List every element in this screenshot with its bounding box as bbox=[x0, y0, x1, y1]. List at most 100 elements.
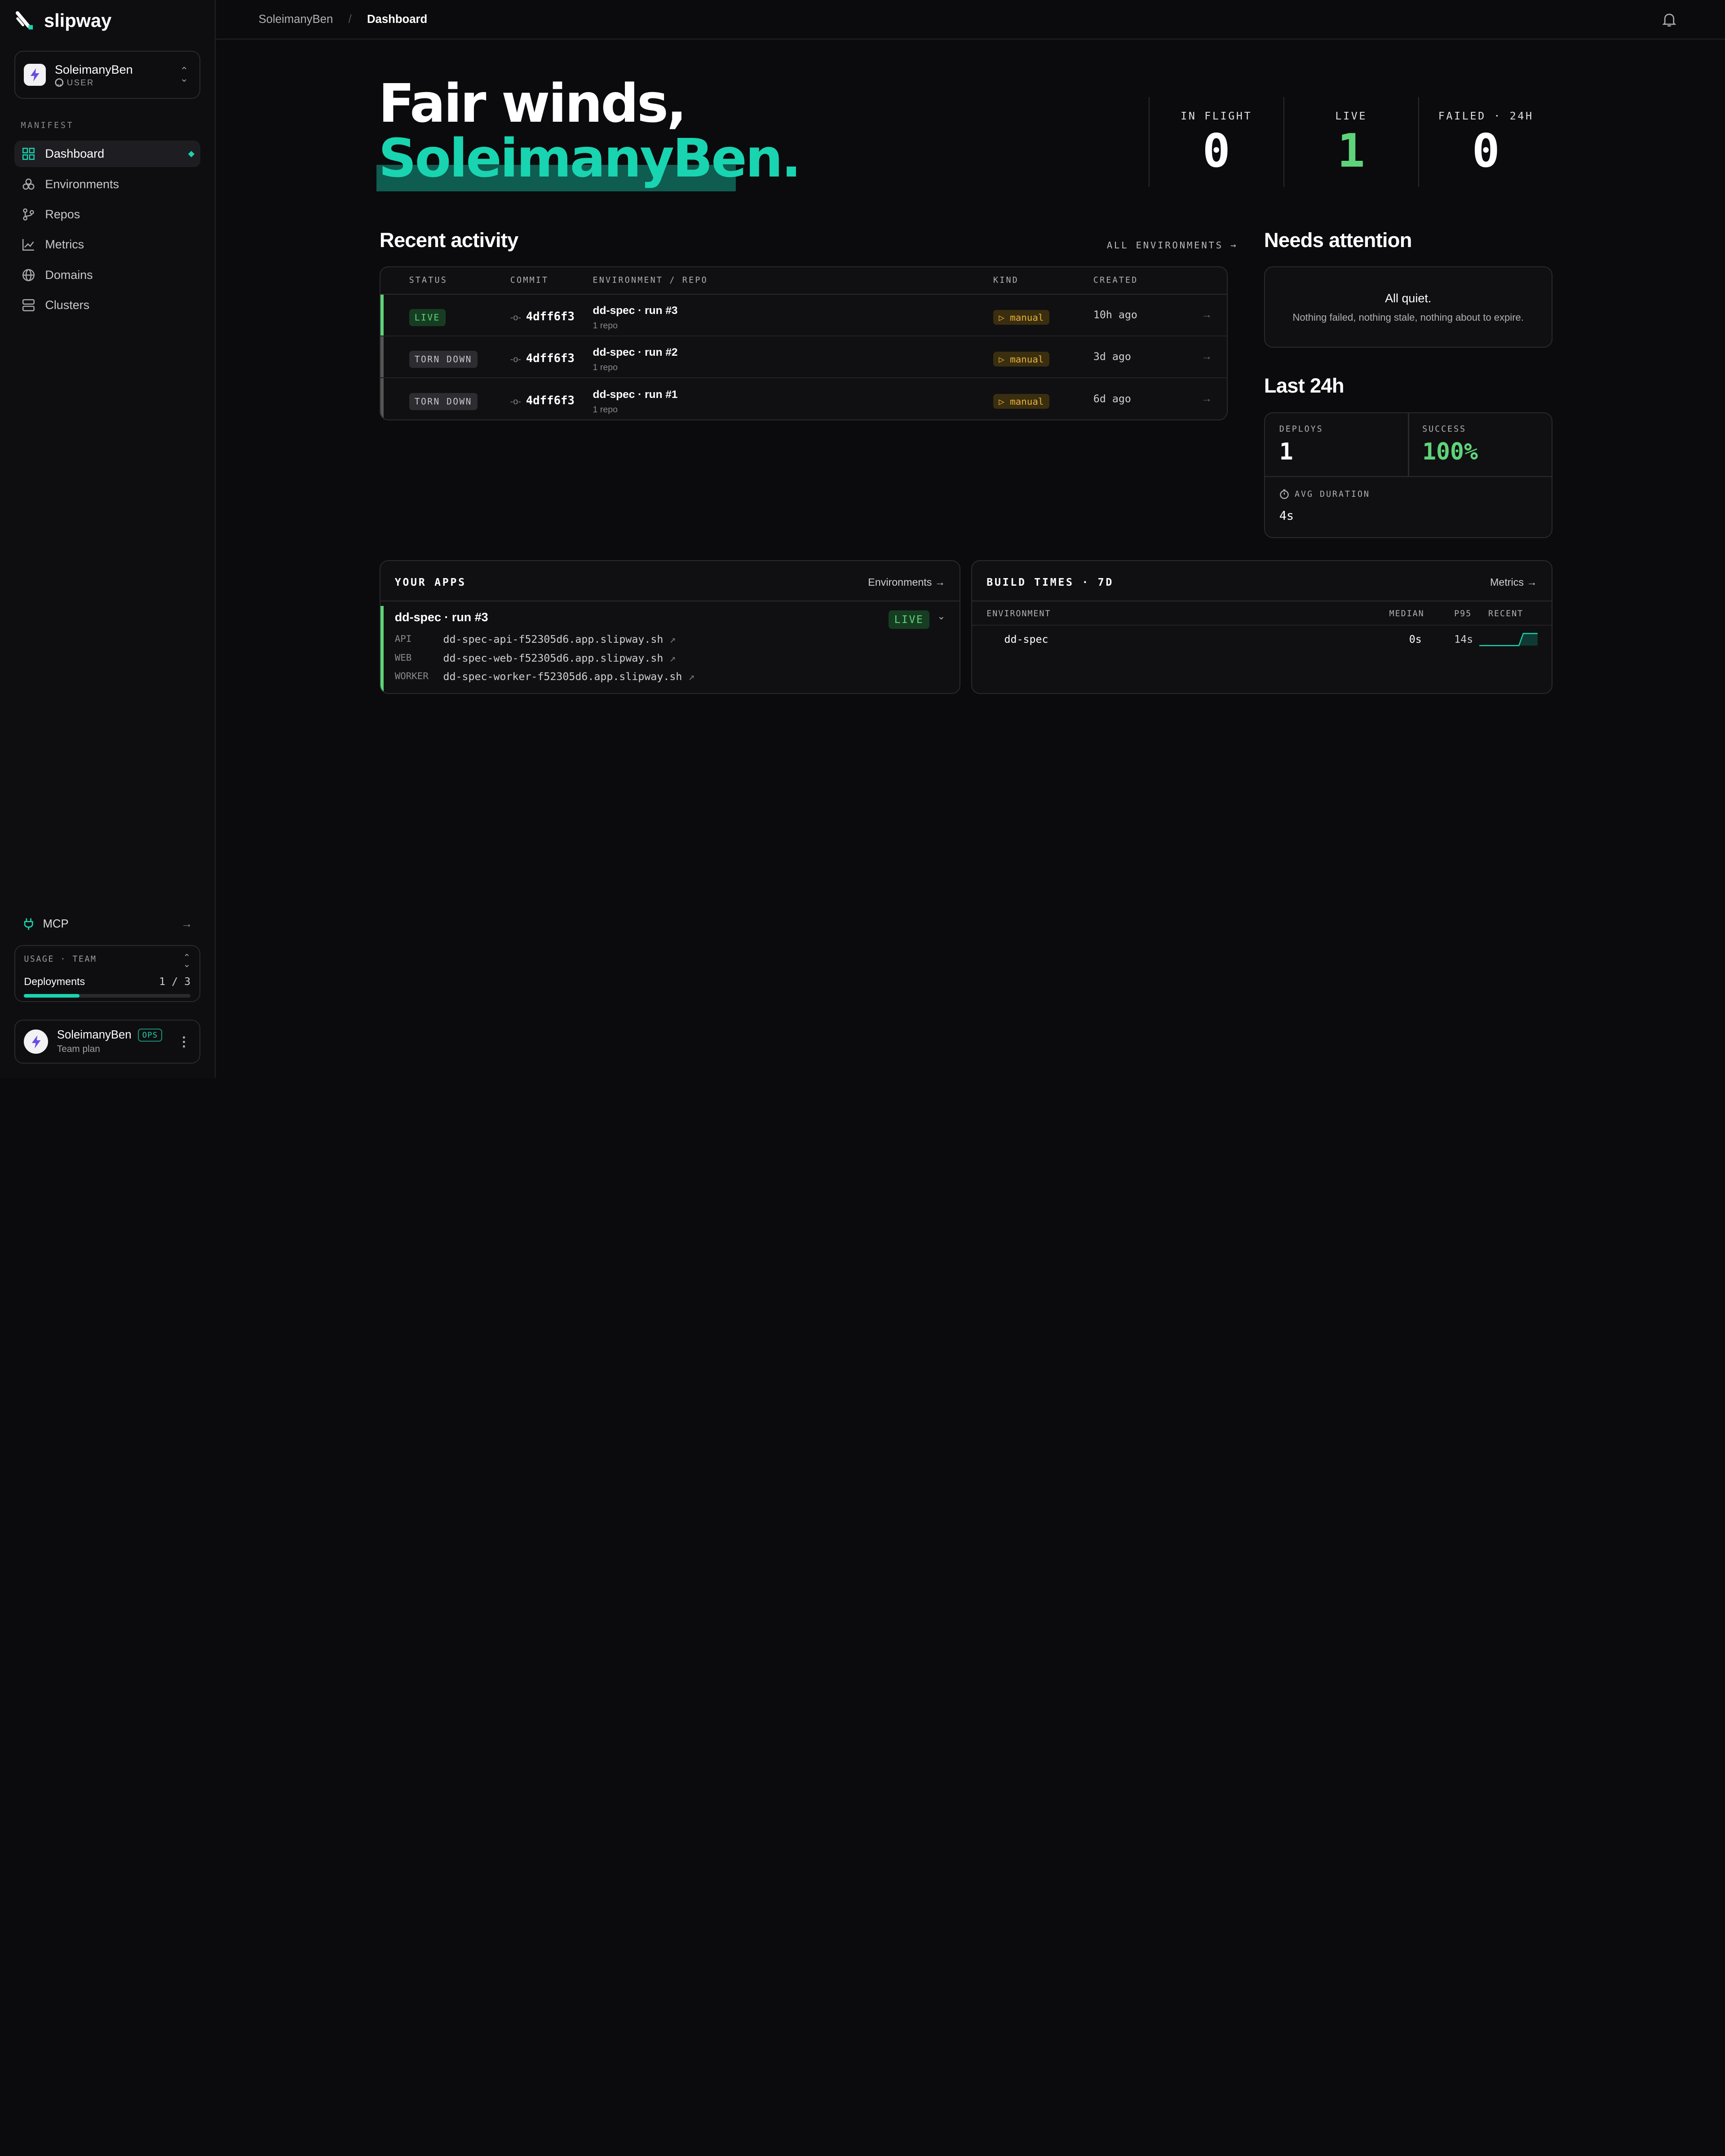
stats-strip: IN FLIGHT 0 LIVE 1 FAILED · 24H 0 bbox=[1148, 97, 1553, 187]
all-environments-link[interactable]: ALL ENVIRONMENTS → bbox=[1107, 240, 1238, 251]
breadcrumb-parent[interactable]: SoleimanyBen bbox=[259, 13, 333, 26]
service-url[interactable]: dd-spec-api-f52305d6.app.slipway.sh ↗ bbox=[443, 633, 676, 645]
table-row[interactable]: TORN DOWN -o- 4dff6f3 dd-spec · run #1 1 … bbox=[380, 378, 1227, 420]
stat-value: 0 bbox=[1472, 124, 1500, 178]
col-recent: RECENT bbox=[1488, 609, 1524, 619]
nav-label: Clusters bbox=[45, 298, 90, 312]
needs-attention-title: Needs attention bbox=[1264, 229, 1412, 252]
nav-item-dashboard[interactable]: Dashboard bbox=[14, 141, 200, 168]
workspace-switcher[interactable]: SoleimanyBen USER ⌃ ⌄ bbox=[14, 50, 200, 99]
chevron-down-icon[interactable]: ⌄ bbox=[937, 610, 945, 622]
nav-item-metrics[interactable]: Metrics bbox=[14, 231, 200, 258]
kind-badge: ▷ manual bbox=[993, 309, 1049, 325]
avg-value: 4s bbox=[1279, 509, 1294, 523]
service-url[interactable]: dd-spec-worker-f52305d6.app.slipway.sh ↗ bbox=[443, 671, 694, 683]
link-label: Metrics bbox=[1490, 576, 1524, 588]
stat-label: IN FLIGHT bbox=[1181, 110, 1252, 122]
nav-section-label: MANIFEST bbox=[21, 121, 74, 131]
divider bbox=[1265, 476, 1552, 477]
nav-label: Domains bbox=[45, 268, 93, 282]
kind-label: manual bbox=[1010, 312, 1044, 323]
play-icon: ▷ bbox=[999, 396, 1004, 407]
env-name: dd-spec · run #2 bbox=[593, 346, 678, 359]
table-row[interactable]: LIVE -o- 4dff6f3 dd-spec · run #3 1 repo … bbox=[380, 294, 1227, 336]
nav-item-domains[interactable]: Domains bbox=[14, 262, 200, 288]
avg-label: AVG DURATION bbox=[1294, 489, 1370, 499]
stat-label: LIVE bbox=[1335, 110, 1367, 122]
breadcrumb: SoleimanyBen / Dashboard bbox=[216, 0, 1725, 40]
build-env: dd-spec bbox=[1004, 633, 1048, 646]
recent-activity-title: Recent activity bbox=[379, 229, 518, 252]
kind-label: manual bbox=[1010, 396, 1044, 407]
repo-count: 1 repo bbox=[593, 405, 618, 415]
kind-badge: ▷ manual bbox=[993, 393, 1049, 409]
created-time: 3d ago bbox=[1093, 350, 1131, 363]
col-median: MEDIAN bbox=[1389, 609, 1424, 619]
status-edge bbox=[380, 336, 384, 377]
attention-headline: All quiet. bbox=[1385, 291, 1432, 305]
mcp-link[interactable]: MCP → bbox=[22, 917, 193, 930]
metrics-link[interactable]: Metrics → bbox=[1490, 576, 1537, 588]
environments-link[interactable]: Environments → bbox=[868, 576, 945, 588]
col-status: STATUS bbox=[409, 275, 447, 285]
more-vertical-icon[interactable]: ⋮ bbox=[177, 1034, 190, 1050]
success-label: SUCCESS bbox=[1422, 424, 1467, 434]
nav-label: Dashboard bbox=[45, 147, 105, 161]
usage-label: USAGE · TEAM bbox=[24, 954, 97, 964]
col-kind: KIND bbox=[993, 275, 1019, 285]
breadcrumb-current: Dashboard bbox=[367, 13, 428, 26]
stat-value: 1 bbox=[1337, 124, 1365, 178]
user-menu[interactable]: SoleimanyBen OPS Team plan ⋮ bbox=[14, 1020, 200, 1064]
app-name[interactable]: dd-spec · run #3 bbox=[395, 610, 488, 624]
chevron-updown-icon: ⌃ ⌄ bbox=[183, 953, 191, 969]
bell-icon[interactable] bbox=[1662, 12, 1676, 27]
git-branch-icon bbox=[22, 208, 35, 221]
table-row[interactable]: dd-spec 0s 14s bbox=[972, 627, 1551, 653]
service-kind: WORKER bbox=[394, 671, 429, 682]
nav-label: Metrics bbox=[45, 238, 84, 252]
commit-hash: 4dff6f3 bbox=[526, 394, 575, 408]
env-name: dd-spec · run #3 bbox=[593, 305, 678, 317]
commit-icon: -o- bbox=[510, 397, 521, 407]
activity-table: STATUS COMMIT ENVIRONMENT / REPO KIND CR… bbox=[379, 266, 1228, 420]
nav-item-clusters[interactable]: Clusters bbox=[14, 292, 200, 318]
col-p95: P95 bbox=[1454, 609, 1472, 619]
repo-count: 1 repo bbox=[593, 362, 618, 373]
url-text: dd-spec-web-f52305d6.app.slipway.sh bbox=[443, 652, 663, 664]
commit-hash: 4dff6f3 bbox=[526, 352, 575, 366]
stat-label: FAILED · 24H bbox=[1438, 110, 1534, 122]
usage-card[interactable]: USAGE · TEAM ⌃ ⌄ Deployments 1 / 3 bbox=[14, 945, 200, 1003]
nav-item-repos[interactable]: Repos bbox=[14, 201, 200, 228]
nav-item-environments[interactable]: Environments bbox=[14, 171, 200, 198]
arrow-right-icon: → bbox=[1526, 576, 1537, 588]
breadcrumb-separator: / bbox=[348, 13, 352, 26]
stat-in-flight: IN FLIGHT 0 bbox=[1148, 97, 1283, 187]
kind-badge: ▷ manual bbox=[993, 351, 1049, 367]
build-median: 0s bbox=[1409, 633, 1422, 646]
created-time: 10h ago bbox=[1093, 309, 1137, 321]
service-kind: WEB bbox=[394, 652, 412, 663]
col-created: CREATED bbox=[1093, 275, 1138, 285]
repo-count: 1 repo bbox=[593, 321, 618, 331]
cubes-icon bbox=[22, 177, 35, 190]
mcp-label: MCP bbox=[43, 917, 69, 930]
table-row[interactable]: TORN DOWN -o- 4dff6f3 dd-spec · run #2 1 … bbox=[380, 336, 1227, 378]
brand-logo[interactable]: slipway bbox=[15, 10, 111, 31]
workspace-avatar bbox=[24, 64, 46, 86]
nav-label: Repos bbox=[45, 208, 80, 221]
main-nav: Dashboard Environments Repos Metrics Dom… bbox=[14, 141, 200, 322]
chevron-updown-icon: ⌃ ⌄ bbox=[180, 65, 189, 84]
sidebar: slipway SoleimanyBen USER ⌃ ⌄ MANIFEST Da… bbox=[0, 0, 216, 1078]
stopwatch-icon bbox=[1279, 489, 1289, 499]
success-value: 100% bbox=[1422, 438, 1478, 465]
service-url[interactable]: dd-spec-web-f52305d6.app.slipway.sh ↗ bbox=[443, 652, 676, 664]
external-link-icon: ↗ bbox=[669, 633, 676, 646]
deploys-label: DEPLOYS bbox=[1279, 424, 1323, 434]
your-apps-panel: YOUR APPS Environments → dd-spec · run #… bbox=[379, 560, 960, 694]
build-times-panel: BUILD TIMES · 7D Metrics → ENVIRONMENT M… bbox=[971, 560, 1552, 694]
usage-progress-fill bbox=[24, 994, 80, 998]
status-edge bbox=[380, 378, 384, 420]
status-badge: LIVE bbox=[889, 610, 929, 629]
col-commit: COMMIT bbox=[510, 275, 549, 285]
hero-username: SoleimanyBen. bbox=[378, 128, 801, 190]
